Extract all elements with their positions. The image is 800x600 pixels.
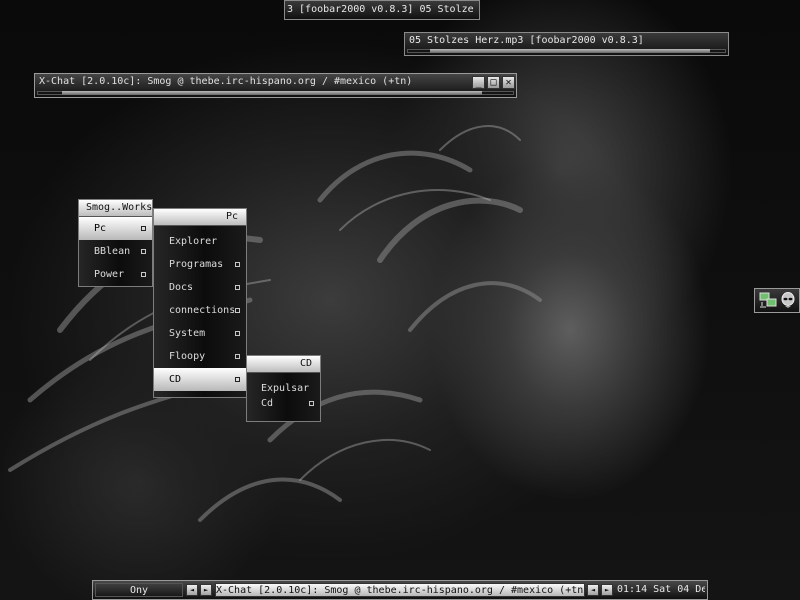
menu-item-connections[interactable]: connections (154, 299, 246, 322)
menu-item-label: CD (169, 374, 182, 385)
submenu-arrow-icon (141, 272, 146, 277)
submenu-arrow-icon (235, 331, 240, 336)
clock-text: 01:14 Sat 04 Dec (617, 584, 705, 595)
maximize-button[interactable]: □ (487, 76, 500, 89)
menu-item-label: Power (94, 269, 125, 280)
minimize-button[interactable]: _ (472, 76, 485, 89)
foobar-seek-handle[interactable] (430, 49, 710, 53)
alien-icon[interactable] (780, 292, 796, 309)
taskbar: Ony ◄ ► X-Chat [2.0.10c]: Smog @ thebe.i… (92, 580, 708, 600)
workspace-name: Ony (129, 585, 149, 596)
menu-item-label: System (169, 328, 206, 339)
menu-item-pc[interactable]: Pc (79, 217, 152, 240)
submenu-arrow-icon (141, 226, 146, 231)
menu-item-bblean[interactable]: BBlean (79, 240, 152, 263)
menu-item-cd[interactable]: CD (154, 368, 246, 391)
task-title: X-Chat [2.0.10c]: Smog @ thebe.irc-hispa… (216, 585, 585, 596)
submenu-arrow-icon (235, 262, 240, 267)
close-button[interactable]: ✕ (502, 76, 515, 89)
foobar-player-bar[interactable]: 05 Stolzes Herz.mp3 [foobar2000 v0.8.3] (404, 32, 729, 56)
foobar-top-text: 3 [foobar2000 v0.8.3] 05 Stolze (287, 4, 474, 15)
clock: 01:14 Sat 04 Dec (617, 583, 705, 597)
cd-menu-title: CD (247, 356, 320, 373)
submenu-arrow-icon (235, 354, 240, 359)
pc-submenu: Pc Explorer Programas Docs connections S… (153, 208, 247, 398)
menu-item-label: Floopy (169, 351, 206, 362)
menu-item-system[interactable]: System (154, 322, 246, 345)
menu-item-label: Pc (94, 223, 107, 234)
menu-item-explorer[interactable]: Explorer (154, 230, 246, 253)
menu-item-power[interactable]: Power (79, 263, 152, 286)
menu-item-label: BBlean (94, 246, 131, 257)
menu-item-expulsar[interactable]: Expulsar (247, 381, 320, 396)
foobar-top-bar[interactable]: 3 [foobar2000 v0.8.3] 05 Stolze (284, 0, 480, 20)
submenu-arrow-icon (141, 249, 146, 254)
menu-item-label: Expulsar (261, 383, 310, 394)
menu-item-programas[interactable]: Programas (154, 253, 246, 276)
submenu-arrow-icon (309, 401, 314, 406)
menu-item-label: connections (169, 305, 236, 316)
foobar-seek-bar[interactable] (407, 49, 726, 53)
workspace-label[interactable]: Ony (95, 583, 183, 597)
xchat-window-titlebar[interactable]: X-Chat [2.0.10c]: Smog @ thebe.irc-hispa… (34, 73, 517, 98)
pc-menu-title: Pc (154, 209, 246, 226)
network-icon[interactable] (759, 292, 777, 309)
submenu-arrow-icon (235, 285, 240, 290)
task-button-xchat[interactable]: X-Chat [2.0.10c]: Smog @ thebe.irc-hispa… (215, 583, 585, 597)
menu-item-label: Programas (169, 259, 224, 270)
workspace-next-button[interactable]: ► (200, 584, 212, 596)
xchat-scroll-track[interactable] (37, 91, 514, 95)
cd-submenu: CD Expulsar Cd (246, 355, 321, 422)
menu-item-label: Explorer (169, 236, 218, 247)
menu-item-label: Docs (169, 282, 194, 293)
submenu-arrow-icon (235, 308, 240, 313)
task-next-button[interactable]: ► (601, 584, 613, 596)
system-tray (754, 288, 800, 313)
task-prev-button[interactable]: ◄ (587, 584, 599, 596)
menu-item-label: Cd (261, 398, 274, 409)
xchat-window-title: X-Chat [2.0.10c]: Smog @ thebe.irc-hispa… (39, 76, 413, 87)
submenu-arrow-icon (235, 377, 240, 382)
menu-item-docs[interactable]: Docs (154, 276, 246, 299)
menu-item-cd-sub[interactable]: Cd (247, 396, 320, 411)
foobar-track-title: 05 Stolzes Herz.mp3 [foobar2000 v0.8.3] (409, 35, 644, 46)
workspace-prev-button[interactable]: ◄ (186, 584, 198, 596)
xchat-scroll-handle[interactable] (62, 91, 482, 95)
root-menu: Smog..Works Pc BBlean Power (78, 199, 153, 287)
root-menu-title: Smog..Works (79, 200, 152, 217)
menu-item-floopy[interactable]: Floopy (154, 345, 246, 368)
